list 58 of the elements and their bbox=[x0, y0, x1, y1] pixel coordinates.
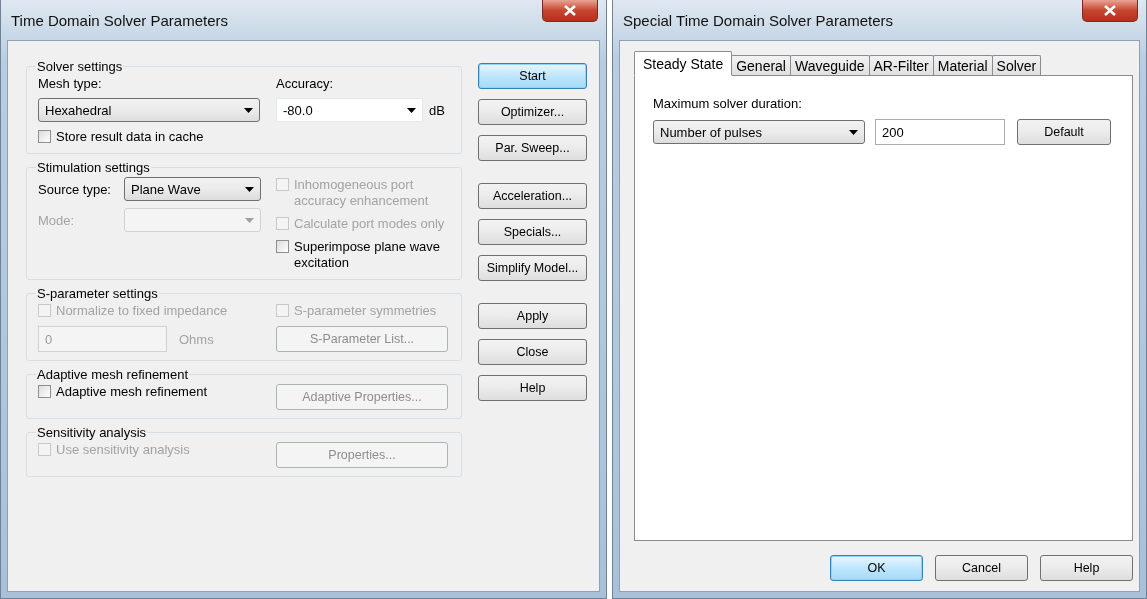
checkbox-label: Calculate port modes only bbox=[294, 216, 445, 232]
field-label: Mode: bbox=[38, 212, 76, 228]
checkbox-label: Normalize to fixed impedance bbox=[56, 303, 228, 319]
close-button[interactable] bbox=[1082, 0, 1138, 22]
close-icon bbox=[1104, 5, 1116, 16]
field-label: Accuracy: bbox=[276, 76, 335, 91]
group-title: Solver settings bbox=[36, 59, 124, 74]
checkbox[interactable] bbox=[276, 240, 289, 253]
dialog-button[interactable]: OK bbox=[830, 555, 923, 581]
field-label: Source type: bbox=[38, 181, 112, 197]
dialog-button[interactable]: Help bbox=[478, 375, 587, 401]
checkbox-label: Adaptive mesh refinement bbox=[56, 384, 208, 400]
caret-icon bbox=[245, 186, 254, 192]
dialog-button[interactable]: Specials... bbox=[478, 219, 587, 245]
dialog-button[interactable]: Close bbox=[478, 339, 587, 365]
combo-box[interactable]: -80.0 bbox=[276, 98, 423, 122]
window-title: Time Domain Solver Parameters bbox=[11, 12, 228, 29]
dialog-button[interactable]: Help bbox=[1040, 555, 1133, 581]
default-button[interactable]: Default bbox=[1017, 119, 1111, 145]
field-label: Maximum solver duration: bbox=[653, 96, 803, 111]
caret-icon bbox=[407, 107, 416, 113]
dialog-button[interactable]: Simplify Model... bbox=[478, 255, 587, 281]
group-title: S-parameter settings bbox=[36, 286, 159, 301]
checkbox-label: Store result data in cache bbox=[56, 129, 204, 145]
tab[interactable]: Steady State bbox=[634, 51, 733, 76]
dropdown[interactable]: Plane Wave bbox=[124, 177, 261, 201]
checkbox[interactable] bbox=[38, 385, 51, 398]
checkbox-label: S-parameter symmetries bbox=[294, 303, 437, 319]
text-field[interactable]: 200 bbox=[875, 119, 1005, 145]
tab[interactable]: AR-Filter bbox=[868, 55, 934, 75]
window-title: Special Time Domain Solver Parameters bbox=[623, 12, 894, 29]
tab[interactable]: Material bbox=[932, 55, 993, 75]
dropdown[interactable]: Number of pulses bbox=[653, 120, 865, 144]
checkbox[interactable] bbox=[38, 130, 51, 143]
unit-label: Ohms bbox=[179, 331, 214, 347]
dialog-button[interactable]: Optimizer... bbox=[478, 99, 587, 125]
field-label: Mesh type: bbox=[38, 76, 103, 91]
tab[interactable]: Waveguide bbox=[790, 55, 870, 75]
dialog-button[interactable]: Cancel bbox=[935, 555, 1028, 581]
dialog-button[interactable]: Apply bbox=[478, 303, 587, 329]
group-title: Sensitivity analysis bbox=[36, 425, 148, 440]
tab[interactable]: Solver bbox=[991, 55, 1042, 75]
dialog-button[interactable]: Par. Sweep... bbox=[478, 135, 587, 161]
group-title: Adaptive mesh refinement bbox=[36, 367, 190, 382]
unit-label: dB bbox=[429, 102, 445, 118]
caret-icon bbox=[245, 217, 254, 223]
checkbox-label: Inhomogeneous port accuracy enhancement bbox=[294, 177, 430, 209]
caret-icon bbox=[244, 107, 253, 113]
dialog-button[interactable]: Start bbox=[478, 63, 587, 89]
tab[interactable]: General bbox=[731, 55, 791, 75]
group-title: Stimulation settings bbox=[36, 160, 151, 175]
close-icon bbox=[564, 5, 576, 16]
caret-icon bbox=[849, 129, 858, 135]
close-button[interactable] bbox=[542, 0, 598, 22]
checkbox-label: Superimpose plane wave excitation bbox=[294, 239, 441, 271]
dropdown[interactable]: Hexahedral bbox=[38, 98, 260, 122]
checkbox-label: Use sensitivity analysis bbox=[56, 442, 190, 458]
dialog-button[interactable]: Acceleration... bbox=[478, 183, 587, 209]
